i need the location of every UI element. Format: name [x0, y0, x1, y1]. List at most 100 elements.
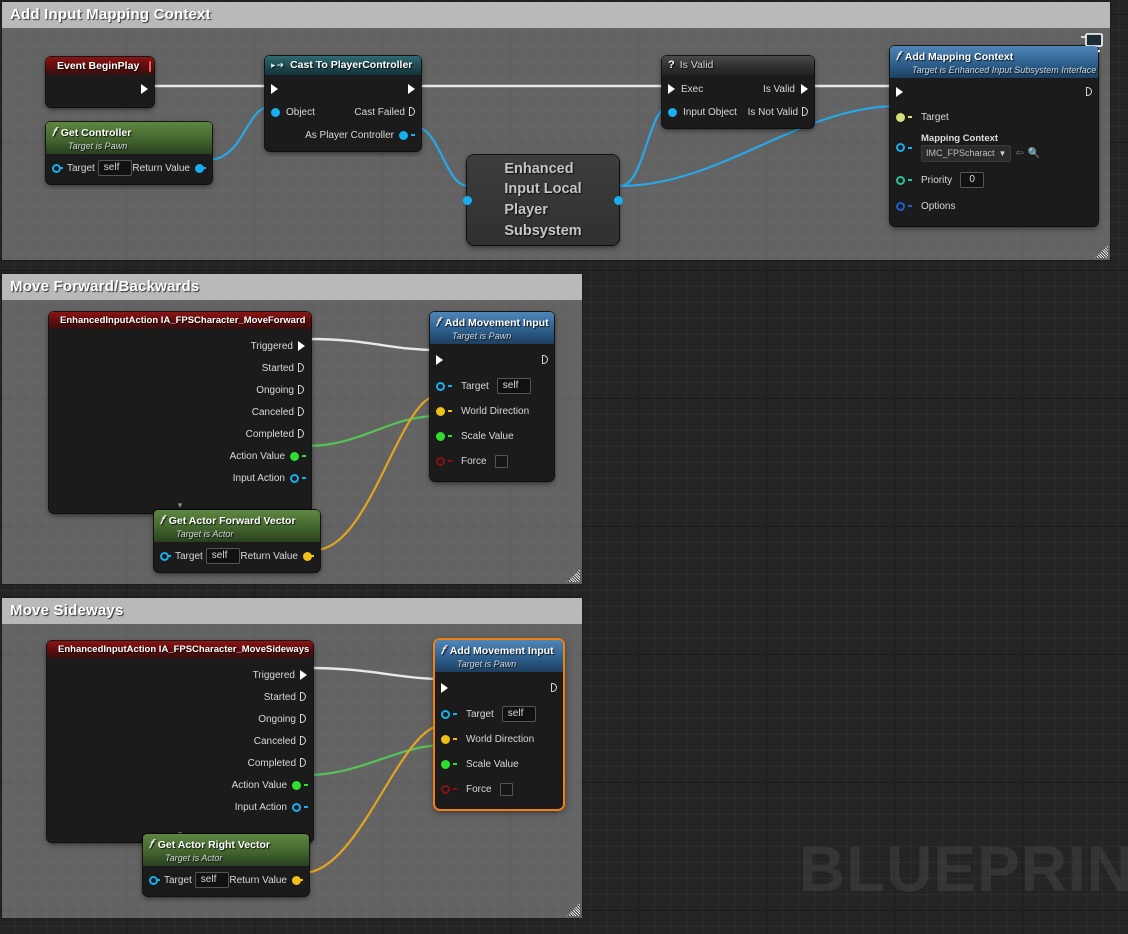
comment-resize-handle[interactable] — [1095, 245, 1108, 258]
pin-row-target[interactable]: Target self — [430, 376, 554, 396]
pin-row-target[interactable]: Target self Return Value — [143, 870, 309, 890]
node-add-mapping-context[interactable]: 𝑓 Add Mapping Context Target is Enhanced… — [890, 46, 1098, 226]
object-out-pin-input-action[interactable] — [290, 474, 299, 483]
float-out-pin-action-value[interactable] — [292, 781, 301, 790]
target-value-field[interactable]: self — [195, 872, 229, 888]
exec-out-pin-triggered[interactable] — [300, 670, 307, 680]
pin-row-exec[interactable] — [265, 79, 421, 99]
struct-in-pin[interactable] — [896, 202, 905, 211]
search-icon[interactable]: 🔍 — [1028, 149, 1040, 159]
node-add-movement-input-forward[interactable]: 𝑓 Add Movement Input Target is Pawn Targ… — [430, 312, 554, 481]
exec-in-pin[interactable] — [441, 683, 448, 693]
pin-row-world-direction[interactable]: World Direction — [435, 729, 563, 749]
object-in-pin[interactable] — [668, 108, 677, 117]
exec-out-pin-ongoing[interactable] — [299, 386, 304, 395]
exec-out-pin-is-not-valid[interactable] — [803, 108, 808, 117]
target-value-field[interactable]: self — [497, 378, 531, 394]
pin-row-force[interactable]: Force — [435, 779, 563, 799]
pin-row-target[interactable]: Target self Return Value — [46, 158, 212, 178]
exec-out-pin[interactable] — [141, 84, 148, 94]
exec-out-pin-canceled[interactable] — [299, 408, 304, 417]
exec-out-pin-is-valid[interactable] — [801, 84, 808, 94]
pin-row-target[interactable]: Target self Return Value — [154, 546, 320, 566]
node-input-action-move-sideways[interactable]: EnhancedInputAction IA_FPSCharacter_Move… — [47, 641, 313, 842]
pin-row-world-direction[interactable]: World Direction — [430, 401, 554, 421]
pin-row-triggered[interactable]: Triggered — [49, 335, 311, 357]
float-in-pin-scale-value[interactable] — [441, 760, 450, 769]
pin-row-options[interactable]: Options — [890, 196, 1098, 216]
pin-row-input-action[interactable]: Input Action — [47, 796, 313, 818]
object-out-pin-input-action[interactable] — [292, 803, 301, 812]
pin-row-ongoing[interactable]: Ongoing — [47, 708, 313, 730]
bool-in-pin-force[interactable] — [441, 785, 450, 794]
pin-row-target[interactable]: Target — [890, 107, 1098, 127]
pin-row-started[interactable]: Started — [49, 357, 311, 379]
blueprint-graph-canvas[interactable]: BLUEPRIN Add Input Mapping Context Move … — [0, 0, 1128, 934]
target-value-field[interactable]: self — [98, 160, 132, 176]
exec-out-pin-triggered[interactable] — [298, 341, 305, 351]
exec-out-pin[interactable] — [408, 84, 415, 94]
bool-in-pin-force[interactable] — [436, 457, 445, 466]
pin-row-action-value[interactable]: Action Value — [49, 445, 311, 467]
node-add-movement-input-sideways[interactable]: 𝑓 Add Movement Input Target is Pawn Targ… — [435, 640, 563, 809]
mapping-context-dropdown[interactable]: IMC_FPScharact ▼ — [921, 145, 1011, 162]
chevron-down-icon[interactable]: ▾ — [49, 499, 311, 509]
object-in-pin-mapping-context[interactable] — [896, 143, 905, 152]
exec-out-pin-completed[interactable] — [301, 759, 306, 768]
float-in-pin-scale-value[interactable] — [436, 432, 445, 441]
node-get-actor-right-vector[interactable]: 𝑓 Get Actor Right Vector Target is Actor… — [143, 834, 309, 896]
node-input-action-move-forward[interactable]: EnhancedInputAction IA_FPSCharacter_Move… — [49, 312, 311, 513]
exec-out-pin-cast-failed[interactable] — [410, 108, 415, 117]
exec-out-pin-started[interactable] — [299, 364, 304, 373]
comment-resize-handle[interactable] — [567, 569, 580, 582]
exec-out-pin-canceled[interactable] — [301, 737, 306, 746]
pin-row-canceled[interactable]: Canceled — [49, 401, 311, 423]
pin-row-ongoing[interactable]: Ongoing — [49, 379, 311, 401]
target-value-field[interactable]: self — [502, 706, 536, 722]
priority-value-field[interactable]: 0 — [960, 172, 984, 188]
object-out-pin[interactable] — [614, 196, 623, 205]
node-get-controller[interactable]: 𝑓 Get Controller Target is Pawn Target s… — [46, 122, 212, 184]
vector-in-pin-world-direction[interactable] — [441, 735, 450, 744]
target-value-field[interactable]: self — [206, 548, 240, 564]
int-in-pin[interactable] — [896, 176, 905, 185]
pin-row-object[interactable]: Object Cast Failed — [265, 102, 421, 122]
exec-in-pin[interactable] — [271, 84, 278, 94]
exec-out-pin-started[interactable] — [301, 693, 306, 702]
pin-row-triggered[interactable]: Triggered — [47, 664, 313, 686]
pin-row-completed[interactable]: Completed — [49, 423, 311, 445]
pin-row-exec[interactable] — [890, 82, 1098, 102]
pin-row-input-object[interactable]: Input Object Is Not Valid — [662, 102, 814, 122]
exec-out-pin[interactable] — [1087, 88, 1092, 97]
pin-row-target[interactable]: Target self — [435, 704, 563, 724]
object-out-pin[interactable] — [399, 131, 408, 140]
pin-row-completed[interactable]: Completed — [47, 752, 313, 774]
pin-row-force[interactable]: Force — [430, 451, 554, 471]
exec-in-pin[interactable] — [668, 84, 675, 94]
pin-row-canceled[interactable]: Canceled — [47, 730, 313, 752]
exec-out-pin-ongoing[interactable] — [301, 715, 306, 724]
pin-row-scale-value[interactable]: Scale Value — [435, 754, 563, 774]
pin-row-exec[interactable]: Exec Is Valid — [662, 79, 814, 99]
pin-row-priority[interactable]: Priority 0 — [890, 170, 1098, 190]
node-is-valid[interactable]: ? Is Valid Exec Is Valid Input Object — [662, 56, 814, 128]
pin-row-exec-out[interactable] — [46, 79, 154, 99]
pin-row-exec[interactable] — [430, 350, 554, 370]
node-cast-to-player-controller[interactable]: ▸➜ Cast To PlayerController Object Cast … — [265, 56, 421, 151]
force-checkbox[interactable] — [500, 783, 513, 796]
node-enhanced-input-local-player-subsystem[interactable]: Enhanced Input Local Player Subsystem — [467, 155, 619, 245]
exec-out-pin[interactable] — [543, 356, 548, 365]
object-in-pin-target[interactable] — [436, 382, 445, 391]
vector-in-pin-world-direction[interactable] — [436, 407, 445, 416]
comment-resize-handle[interactable] — [567, 903, 580, 916]
pin-row-input-action[interactable]: Input Action — [49, 467, 311, 489]
node-event-begin-play[interactable]: Event BeginPlay — [46, 57, 154, 107]
force-checkbox[interactable] — [495, 455, 508, 468]
exec-in-pin[interactable] — [436, 355, 443, 365]
pin-row-exec[interactable] — [435, 678, 563, 698]
object-in-pin[interactable] — [271, 108, 280, 117]
node-get-actor-forward-vector[interactable]: 𝑓 Get Actor Forward Vector Target is Act… — [154, 510, 320, 572]
object-in-pin-target[interactable] — [896, 113, 905, 122]
pin-row-scale-value[interactable]: Scale Value — [430, 426, 554, 446]
pin-row-mapping-context[interactable]: Mapping Context IMC_FPScharact ▼ ⇦ 🔍 — [890, 131, 1098, 164]
